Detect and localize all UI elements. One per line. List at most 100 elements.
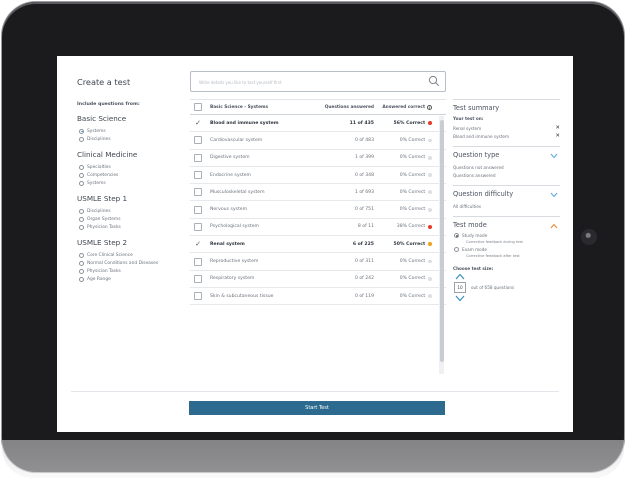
table-scrollbar[interactable]: [439, 116, 444, 374]
select-all-checkbox[interactable]: [194, 103, 202, 111]
row-checkbox[interactable]: [194, 274, 202, 283]
radio-icon[interactable]: [79, 224, 84, 230]
filter-option[interactable]: Competencies: [77, 171, 187, 179]
summary-item-label: Renal system: [453, 125, 482, 131]
row-checkbox[interactable]: [194, 136, 202, 145]
row-name: Digestive system: [210, 155, 250, 161]
summary-title: Test summary: [453, 104, 500, 112]
filter-option[interactable]: Physician Tasks: [77, 223, 187, 231]
start-test-button[interactable]: Start Test: [189, 401, 445, 415]
filter-option[interactable]: Age Range: [77, 275, 187, 283]
row-questions: 0 of 119: [354, 293, 374, 299]
table-row[interactable]: Reproductive system 0 of 311 0% Correct: [190, 253, 446, 271]
row-correct-label: 0% Correct: [399, 259, 426, 265]
filter-option-label: Disciplines: [87, 136, 111, 142]
footer-divider: [71, 391, 559, 392]
radio-icon[interactable]: [79, 136, 84, 142]
table-row[interactable]: Musculoskeletal system 1 of 693 0% Correct: [190, 184, 446, 202]
close-icon[interactable]: ✕: [555, 133, 560, 139]
radio-icon[interactable]: [79, 216, 84, 222]
table-row[interactable]: Respiratory system 0 of 242 0% Correct: [190, 271, 446, 288]
summary-panel: Test summary Your test on: Renal system ✕…: [453, 99, 560, 307]
filter-group-title: Clinical Medicine: [77, 150, 138, 159]
check-icon[interactable]: ✓: [195, 240, 201, 248]
close-icon[interactable]: ✕: [555, 125, 560, 131]
table-row[interactable]: Nervous system 0 of 751 0% Correct: [190, 201, 446, 219]
radio-icon[interactable]: [79, 260, 84, 266]
filter-option[interactable]: Disciplines: [77, 135, 187, 143]
question-type-section[interactable]: Question type Questions not answered Que…: [453, 146, 560, 185]
filter-panel: Include questions from: Basic Science Sys…: [77, 102, 187, 283]
chevron-down-icon[interactable]: [550, 153, 558, 159]
filter-group-title: USMLE Step 2: [77, 238, 128, 247]
summary-item: Renal system ✕: [453, 124, 560, 132]
filter-option-label: Competencies: [87, 172, 119, 178]
row-checkbox[interactable]: [194, 153, 202, 162]
row-checkbox[interactable]: [194, 257, 202, 266]
info-icon[interactable]: i: [427, 104, 432, 110]
filter-option[interactable]: Core Clinical Science: [77, 251, 187, 259]
table-row[interactable]: ✓ Blood and immune system 11 of 435 56% Cor…: [190, 115, 446, 133]
table-row[interactable]: ✓ Renal system 6 of 225 50% Correct: [190, 236, 446, 254]
radio-icon[interactable]: [79, 164, 84, 170]
table-row[interactable]: Endocrine system 0 of 348 0% Correct: [190, 167, 446, 185]
filter-option[interactable]: Normal Conditions and Diseases: [77, 259, 187, 267]
test-mode-section[interactable]: Test mode Study mode Corrective feedback …: [453, 216, 560, 307]
search-icon[interactable]: [428, 75, 440, 87]
radio-icon[interactable]: [79, 172, 84, 178]
radio-icon[interactable]: [79, 252, 84, 258]
radio-icon[interactable]: [79, 276, 84, 282]
filter-option[interactable]: Systems: [77, 127, 187, 135]
row-correct: 38% Correct: [374, 224, 432, 229]
row-correct: 0% Correct: [374, 276, 432, 281]
radio-icon[interactable]: [79, 128, 84, 134]
status-dot: [428, 173, 432, 177]
radio-icon[interactable]: [79, 180, 84, 186]
table-row[interactable]: Psychological system 8 of 11 38% Correct: [190, 219, 446, 237]
filter-option[interactable]: Systems: [77, 179, 187, 187]
status-dot: [428, 242, 432, 247]
app-screen: Create a test Write details you like to …: [57, 56, 573, 432]
filter-option[interactable]: Disciplines: [77, 207, 187, 215]
row-checkbox[interactable]: [194, 292, 202, 301]
row-correct-label: 0% Correct: [399, 172, 426, 178]
filter-group-title: Basic Science: [77, 114, 127, 123]
table-row[interactable]: Digestive system 1 of 399 0% Correct: [190, 150, 446, 167]
test-mode-option[interactable]: Exam mode Corrective feedback after test: [453, 247, 560, 258]
radio-icon[interactable]: [79, 208, 84, 214]
row-correct-label: 0% Correct: [399, 189, 426, 195]
test-mode-label: Study mode: [462, 233, 488, 238]
row-questions: 0 of 242: [354, 276, 374, 282]
chevron-up-icon[interactable]: [550, 223, 558, 229]
row-checkbox[interactable]: [194, 171, 202, 180]
status-dot: [428, 155, 432, 160]
filter-group: Basic Science Systems Disciplines: [77, 114, 187, 143]
increment-icon[interactable]: [455, 273, 465, 280]
row-name: Endocrine system: [210, 172, 252, 178]
search-input[interactable]: Write details you like to test yourself …: [190, 71, 446, 92]
filter-option[interactable]: Specialties: [77, 163, 187, 171]
filter-group: Clinical Medicine Specialties Competencies…: [77, 150, 187, 187]
decrement-icon[interactable]: [455, 295, 465, 302]
row-questions: 0 of 311: [354, 259, 374, 265]
test-mode-option[interactable]: Study mode Corrective feedback during tes…: [453, 233, 560, 244]
row-checkbox[interactable]: [194, 205, 202, 214]
include-label: Include questions from:: [77, 102, 140, 107]
filter-option-label: Normal Conditions and Diseases: [87, 260, 159, 266]
row-checkbox[interactable]: [194, 188, 202, 197]
filter-option[interactable]: Physician Tasks: [77, 267, 187, 275]
filter-option[interactable]: Organ Systems: [77, 215, 187, 223]
question-type-title: Question type: [453, 151, 500, 159]
test-mode-hint: Corrective feedback after test: [466, 254, 520, 258]
difficulty-section[interactable]: Question difficulty All difficulties: [453, 185, 560, 216]
table-row[interactable]: Skin & subcutaneous tissue 0 of 119 0% Cor…: [190, 288, 446, 306]
scrollbar-thumb[interactable]: [439, 120, 444, 362]
radio-icon[interactable]: [79, 268, 84, 274]
check-icon[interactable]: ✓: [195, 119, 201, 127]
table-row[interactable]: Cardiovascular system 0 of 483 0% Correct: [190, 132, 446, 150]
row-checkbox[interactable]: [194, 222, 202, 231]
chevron-down-icon[interactable]: [550, 192, 558, 198]
test-size-input[interactable]: 10: [454, 282, 466, 293]
radio-icon[interactable]: [454, 247, 459, 252]
radio-icon[interactable]: [454, 233, 459, 238]
